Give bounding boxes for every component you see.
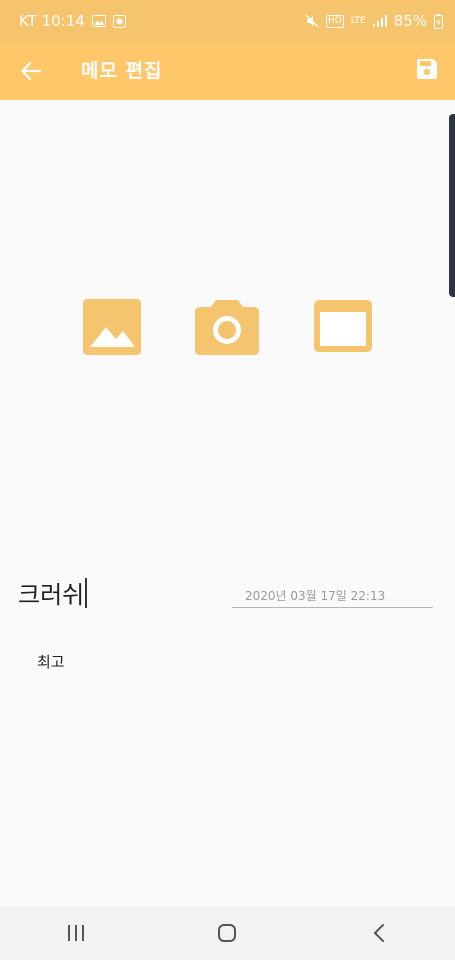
lte-label: LTE — [350, 16, 366, 26]
image-icon — [83, 299, 141, 355]
home-icon — [218, 924, 237, 942]
recent-apps-button[interactable] — [46, 913, 106, 953]
status-right: HD LTE 85% — [305, 12, 443, 30]
edge-panel-handle[interactable] — [449, 114, 455, 297]
arrow-left-icon — [21, 62, 41, 80]
battery-percent: 85% — [393, 12, 427, 30]
chevron-left-icon — [374, 924, 385, 942]
battery-charging-icon — [434, 13, 443, 29]
gallery-notification-icon — [91, 15, 106, 27]
memo-title-text: 크러쉬 — [18, 581, 85, 609]
carrier-time: KT 10:14 — [19, 12, 85, 30]
memo-title-input[interactable]: 크러쉬 — [18, 575, 87, 610]
page-title: 메모 편집 — [81, 60, 163, 82]
app-bar: 메모 편집 — [0, 42, 455, 100]
home-button[interactable] — [197, 913, 257, 953]
text-cursor — [85, 577, 87, 608]
recent-apps-icon — [67, 925, 84, 941]
camera-icon — [195, 300, 259, 355]
frame-button[interactable] — [312, 294, 374, 358]
save-button[interactable] — [415, 57, 439, 81]
date-field[interactable]: 2020년 03월 17일 22:13 — [232, 586, 433, 608]
status-left: KT 10:14 — [19, 12, 126, 30]
back-nav-button[interactable] — [349, 913, 409, 953]
mute-icon — [305, 14, 319, 28]
navigation-bar — [0, 906, 455, 960]
floppy-disk-icon — [417, 59, 437, 79]
memo-edit-screen: KT 10:14 HD LTE 85% 메모 편집 크러쉬 2020년 03월 … — [0, 0, 455, 960]
gallery-button[interactable] — [81, 294, 143, 358]
camera-button[interactable] — [193, 294, 261, 358]
status-bar: KT 10:14 HD LTE 85% — [0, 0, 455, 42]
hd-label: HD — [325, 14, 344, 28]
app-notification-icon — [112, 14, 126, 28]
signal-icon — [372, 15, 387, 27]
back-button[interactable] — [19, 59, 43, 83]
memo-body-input[interactable]: 최고 — [37, 651, 65, 672]
window-frame-icon — [314, 300, 372, 352]
